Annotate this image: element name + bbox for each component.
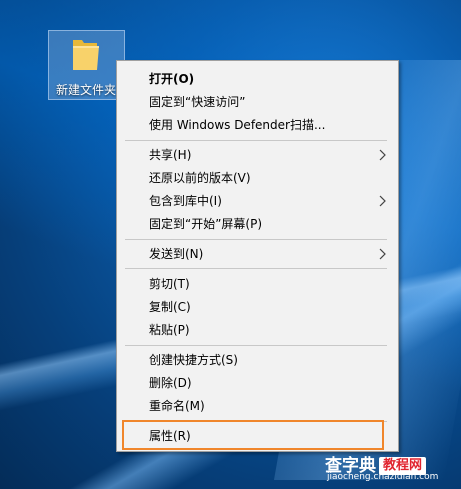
chevron-right-icon bbox=[379, 149, 386, 161]
menu-item-send-to[interactable]: 发送到(N) bbox=[118, 243, 397, 265]
menu-item-cut[interactable]: 剪切(T) bbox=[118, 273, 397, 295]
menu-item-label: 剪切(T) bbox=[149, 277, 190, 291]
menu-item-include-library[interactable]: 包含到库中(I) bbox=[118, 190, 397, 212]
menu-item-pin-quick-access[interactable]: 固定到“快速访问” bbox=[118, 91, 397, 113]
watermark-url: jiaocheng.chazidian.com bbox=[327, 472, 439, 482]
menu-item-label: 使用 Windows Defender扫描... bbox=[149, 118, 326, 132]
menu-separator bbox=[125, 239, 387, 240]
menu-item-label: 创建快捷方式(S) bbox=[149, 353, 238, 367]
chevron-right-icon bbox=[379, 248, 386, 260]
menu-item-label: 固定到“快速访问” bbox=[149, 95, 246, 109]
watermark: 查字典 教程网 jiaocheng.chazidian.com bbox=[325, 451, 455, 485]
desktop-folder-new[interactable]: 新建文件夹 bbox=[48, 30, 125, 100]
folder-icon bbox=[73, 40, 99, 70]
menu-item-label: 还原以前的版本(V) bbox=[149, 171, 251, 185]
menu-item-share[interactable]: 共享(H) bbox=[118, 144, 397, 166]
menu-item-label: 发送到(N) bbox=[149, 247, 204, 261]
menu-item-label: 粘贴(P) bbox=[149, 323, 190, 337]
menu-item-label: 打开(O) bbox=[149, 72, 195, 86]
menu-item-pin-start[interactable]: 固定到“开始”屏幕(P) bbox=[118, 213, 397, 235]
menu-item-label: 共享(H) bbox=[149, 148, 192, 162]
menu-item-restore-versions[interactable]: 还原以前的版本(V) bbox=[118, 167, 397, 189]
menu-item-delete[interactable]: 删除(D) bbox=[118, 372, 397, 394]
menu-separator bbox=[125, 268, 387, 269]
menu-item-create-shortcut[interactable]: 创建快捷方式(S) bbox=[118, 349, 397, 371]
menu-item-label: 固定到“开始”屏幕(P) bbox=[149, 217, 263, 231]
menu-item-copy[interactable]: 复制(C) bbox=[118, 296, 397, 318]
menu-item-label: 删除(D) bbox=[149, 376, 192, 390]
menu-item-open[interactable]: 打开(O) bbox=[118, 68, 397, 90]
menu-item-defender-scan[interactable]: 使用 Windows Defender扫描... bbox=[118, 114, 397, 136]
chevron-right-icon bbox=[379, 195, 386, 207]
menu-separator bbox=[125, 140, 387, 141]
folder-label: 新建文件夹 bbox=[56, 83, 117, 97]
menu-separator bbox=[125, 345, 387, 346]
menu-item-label: 重命名(M) bbox=[149, 399, 205, 413]
properties-highlight-box bbox=[122, 420, 384, 450]
menu-item-label: 包含到库中(I) bbox=[149, 194, 222, 208]
menu-item-rename[interactable]: 重命名(M) bbox=[118, 395, 397, 417]
menu-item-label: 复制(C) bbox=[149, 300, 191, 314]
menu-item-paste[interactable]: 粘贴(P) bbox=[118, 319, 397, 341]
context-menu: 打开(O) 固定到“快速访问” 使用 Windows Defender扫描...… bbox=[116, 60, 399, 452]
